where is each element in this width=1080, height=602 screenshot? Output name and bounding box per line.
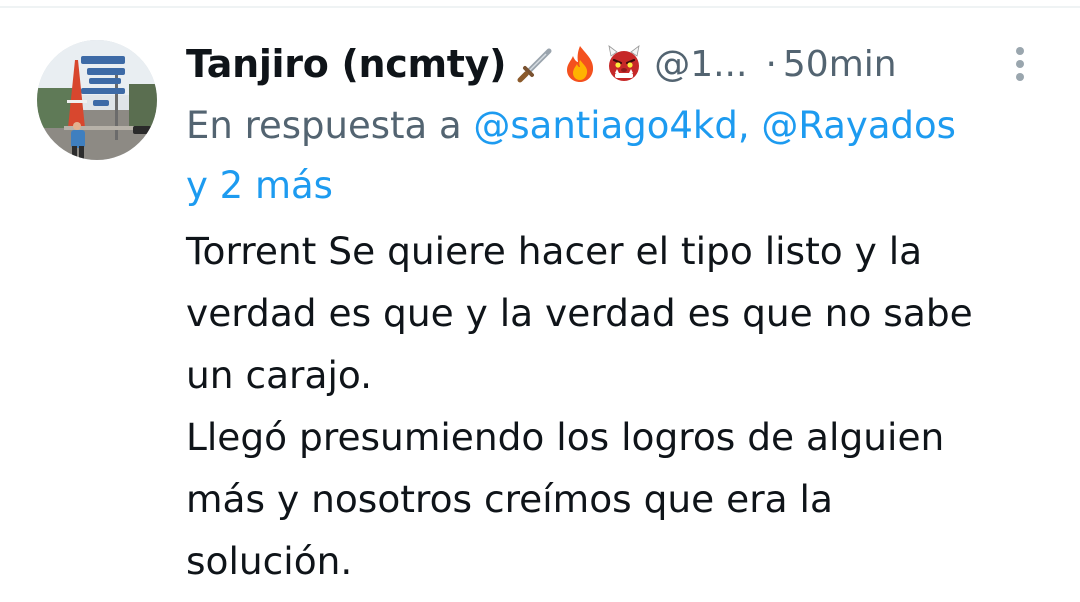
tweet-text-line: más y nosotros creímos que era la xyxy=(186,477,833,521)
dagger-icon xyxy=(517,48,552,83)
ogre-icon xyxy=(608,45,640,81)
tweet-text-line: solución. xyxy=(186,539,353,583)
tweet-text-line: un carajo. xyxy=(186,353,373,397)
reply-prefix: En respuesta a xyxy=(186,104,462,147)
avatar[interactable] xyxy=(37,40,157,160)
more-options-button[interactable] xyxy=(1003,42,1037,86)
tweet-text: Torrent Se quiere hacer el tipo listo y … xyxy=(186,220,1056,592)
more-vertical-icon xyxy=(1016,47,1024,55)
display-name[interactable]: Tanjiro (ncmty) xyxy=(186,42,507,86)
more-vertical-icon xyxy=(1016,73,1024,81)
reply-context: En respuesta a @santiago4kd, @Rayados y … xyxy=(186,96,1056,216)
author-handle[interactable]: @1... xyxy=(654,44,747,85)
tweet-card[interactable]: Tanjiro (ncmty) @1... · 50min En respues… xyxy=(0,0,1080,602)
tweet-text-line: Torrent Se quiere hacer el tipo listo y … xyxy=(186,229,923,273)
avatar-photo xyxy=(37,40,157,160)
mention-link[interactable]: @santiago4kd, xyxy=(473,104,749,147)
divider xyxy=(0,6,1080,8)
name-emojis xyxy=(516,44,644,84)
tweet-text-line: Llegó presumiendo los logros de alguien xyxy=(186,415,945,459)
tweet-text-line: verdad es que y la verdad es que no sabe xyxy=(186,291,973,335)
timestamp[interactable]: 50min xyxy=(783,44,897,85)
fire-icon xyxy=(567,46,594,82)
reply-others-link[interactable]: y 2 más xyxy=(186,164,333,207)
tweet-header: Tanjiro (ncmty) @1... · 50min xyxy=(186,34,1046,94)
more-vertical-icon xyxy=(1016,60,1024,68)
separator-dot: · xyxy=(765,43,777,85)
mention-link[interactable]: @Rayados xyxy=(761,104,956,147)
